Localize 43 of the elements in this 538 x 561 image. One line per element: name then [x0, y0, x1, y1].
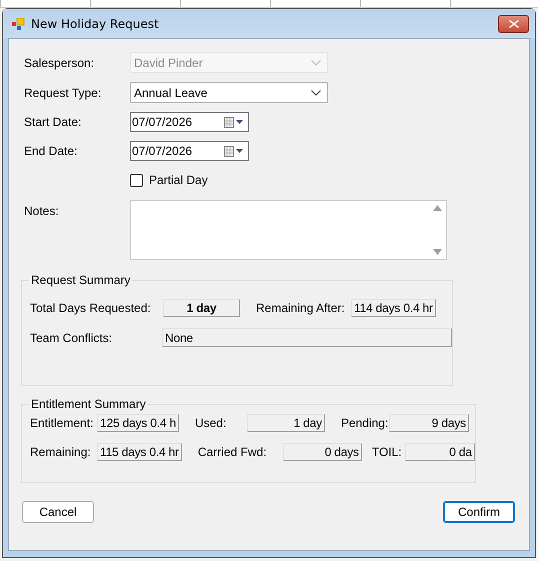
partial-day-checkbox[interactable]: Partial Day: [130, 173, 208, 187]
field-label: Remaining After:: [256, 301, 345, 315]
dropdown[interactable]: Annual Leave: [130, 82, 328, 103]
notes-field[interactable]: [130, 200, 447, 260]
field-label: Used:: [194, 416, 226, 430]
field-label: End Date:: [24, 144, 78, 158]
field-label: Remaining:: [30, 445, 91, 459]
value-field: None: [162, 328, 452, 347]
field-label: Request Type:: [24, 86, 102, 100]
field-label: Team Conflicts:: [30, 330, 112, 344]
value-field: 114 days 0.4 hr: [351, 299, 436, 317]
value-field: 0 da: [404, 443, 475, 461]
group-title: Request Summary: [30, 274, 132, 287]
value-field: 1 day: [246, 414, 325, 432]
value-field: 0 days: [282, 443, 362, 461]
close-icon: [508, 20, 518, 28]
field-label: Pending:: [340, 416, 388, 430]
field-label: TOIL:: [372, 445, 402, 459]
confirm-button[interactable]: Confirm: [443, 501, 515, 523]
field-label: Entitlement:: [30, 416, 94, 430]
chevron-down-icon: [311, 90, 321, 96]
field-label: Carried Fwd:: [198, 445, 267, 459]
app-icon: [12, 18, 25, 30]
group-title: Entitlement Summary: [30, 398, 147, 411]
value-field: 9 days: [388, 414, 469, 432]
close-button[interactable]: [498, 14, 529, 32]
scroll-up-icon[interactable]: [433, 205, 442, 211]
scroll-down-icon[interactable]: [433, 249, 442, 255]
value-field: 1 day: [163, 299, 240, 317]
chevron-down-icon: [311, 60, 321, 66]
calendar-icon: [224, 116, 244, 128]
value-field: 125 days 0.4 h: [97, 414, 179, 432]
cancel-button[interactable]: Cancel: [22, 501, 94, 523]
checkbox[interactable]: [130, 174, 143, 186]
field-label: Notes:: [24, 204, 59, 218]
field-label: Start Date:: [24, 115, 82, 129]
field-label: Total Days Requested:: [30, 301, 151, 315]
date-picker[interactable]: 07/07/2026: [130, 112, 249, 132]
value-field: 115 days 0.4 hr: [97, 443, 182, 461]
window-title: New Holiday Request: [31, 16, 160, 30]
field-label: Salesperson:: [24, 56, 94, 70]
date-picker[interactable]: 07/07/2026: [130, 141, 249, 161]
calendar-icon: [224, 146, 244, 156]
